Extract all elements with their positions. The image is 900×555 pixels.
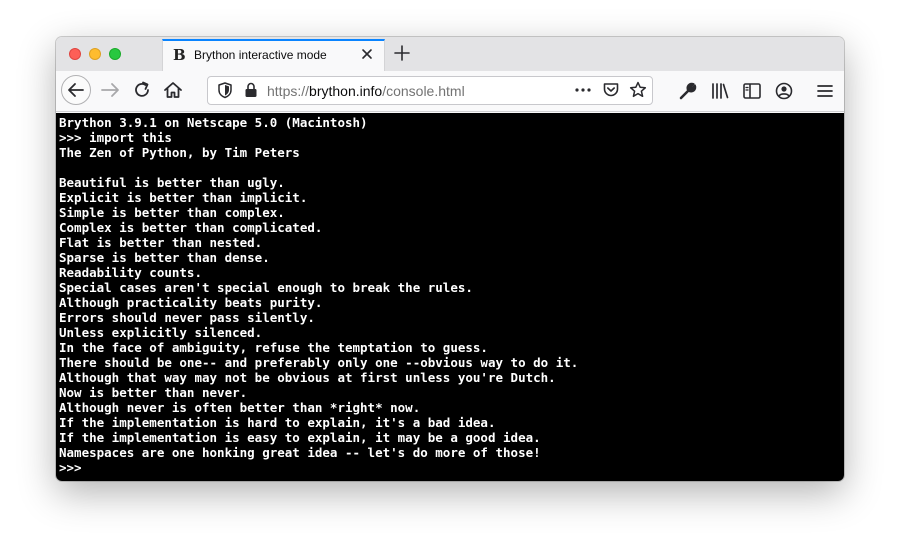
more-icon[interactable] xyxy=(573,80,593,100)
pocket-icon[interactable] xyxy=(601,80,621,100)
back-button[interactable] xyxy=(61,75,91,105)
reload-icon xyxy=(135,81,149,97)
wrench-icon[interactable] xyxy=(676,79,700,103)
url-scheme: https:// xyxy=(267,83,310,99)
star-icon[interactable] xyxy=(628,80,648,100)
shield-icon[interactable] xyxy=(215,80,235,100)
url-bar[interactable]: https://brython.info/console.html xyxy=(207,76,653,105)
console-line: >>> import this xyxy=(59,130,172,145)
close-icon[interactable] xyxy=(359,46,375,62)
url-path: /console.html xyxy=(382,83,465,99)
arrow-right-icon xyxy=(101,83,119,97)
arrow-left-icon xyxy=(68,83,84,97)
console-line: Flat is better than nested. xyxy=(59,235,263,250)
console-line: Unless explicitly silenced. xyxy=(59,325,263,340)
hamburger-icon[interactable] xyxy=(813,79,837,103)
console-line: Simple is better than complex. xyxy=(59,205,285,220)
python-console[interactable]: Brython 3.9.1 on Netscape 5.0 (Macintosh… xyxy=(56,113,844,481)
console-line: Special cases aren't special enough to b… xyxy=(59,280,473,295)
console-line: If the implementation is hard to explain… xyxy=(59,415,496,430)
console-line: Brython 3.9.1 on Netscape 5.0 (Macintosh… xyxy=(59,115,368,130)
reload-button[interactable] xyxy=(130,78,154,102)
browser-window: B Brython interactive mode https://bryth… xyxy=(56,37,844,481)
console-line: Sparse is better than dense. xyxy=(59,250,270,265)
home-button[interactable] xyxy=(161,78,185,102)
navigation-toolbar: https://brython.info/console.html xyxy=(56,71,844,112)
window-maximize-button[interactable] xyxy=(109,48,121,60)
brython-favicon-icon: B xyxy=(173,46,186,64)
title-bar: B Brython interactive mode xyxy=(56,37,844,71)
tab-title: Brython interactive mode xyxy=(194,48,327,62)
console-line: Now is better than never. xyxy=(59,385,248,400)
url-text[interactable]: https://brython.info/console.html xyxy=(267,83,465,99)
console-line: >>> xyxy=(59,460,82,475)
console-line: Namespaces are one honking great idea --… xyxy=(59,445,541,460)
sidebar-icon[interactable] xyxy=(740,79,764,103)
plus-icon[interactable] xyxy=(393,44,411,62)
console-line: Errors should never pass silently. xyxy=(59,310,315,325)
console-line: The Zen of Python, by Tim Peters xyxy=(59,145,300,160)
url-host: brython.info xyxy=(309,83,383,99)
account-icon[interactable] xyxy=(772,79,796,103)
console-line: Although that way may not be obvious at … xyxy=(59,370,556,385)
home-icon xyxy=(164,82,182,98)
console-line: Although practicality beats purity. xyxy=(59,295,323,310)
console-line: If the implementation is easy to explain… xyxy=(59,430,541,445)
window-minimize-button[interactable] xyxy=(89,48,101,60)
console-line: Although never is often better than *rig… xyxy=(59,400,421,415)
lock-icon[interactable] xyxy=(241,80,261,100)
console-line: Explicit is better than implicit. xyxy=(59,190,308,205)
console-line: Complex is better than complicated. xyxy=(59,220,323,235)
library-icon[interactable] xyxy=(708,79,732,103)
forward-button[interactable] xyxy=(98,78,122,102)
window-close-button[interactable] xyxy=(69,48,81,60)
tab-brython[interactable]: B Brython interactive mode xyxy=(162,39,385,71)
console-line: There should be one-- and preferably onl… xyxy=(59,355,579,370)
console-line: In the face of ambiguity, refuse the tem… xyxy=(59,340,488,355)
console-line: Beautiful is better than ugly. xyxy=(59,175,285,190)
console-line: Readability counts. xyxy=(59,265,202,280)
